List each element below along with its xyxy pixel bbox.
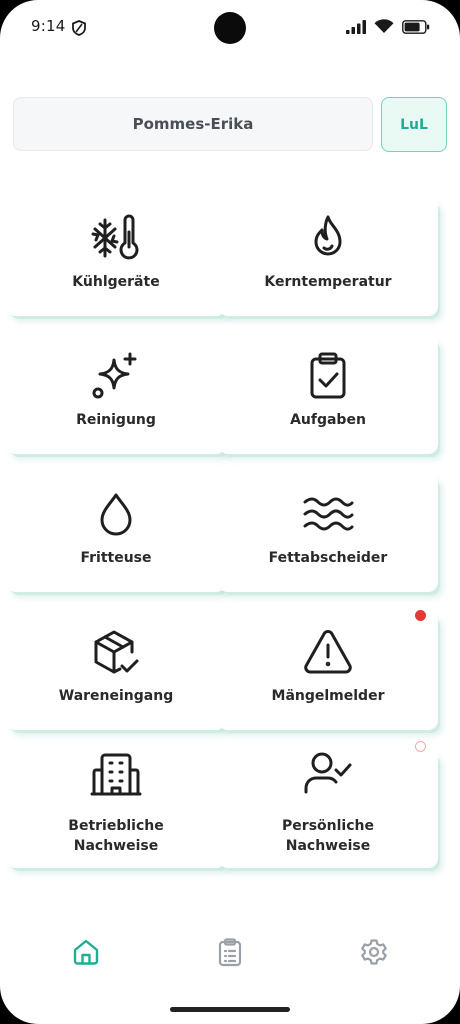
tile-kuehlgeraete[interactable]: Kühlgeräte (6, 198, 226, 316)
tile-label: Kerntemperatur (264, 274, 392, 290)
tile-fettabscheider[interactable]: Fettabscheider (218, 474, 438, 592)
droplet-icon (90, 488, 142, 540)
tile-kerntemperatur[interactable]: Kerntemperatur (218, 198, 438, 316)
tile-label: Persönliche Nachweise (282, 818, 374, 854)
package-check-icon (90, 626, 142, 678)
user-check-icon (302, 748, 354, 800)
nav-settings[interactable] (356, 934, 392, 970)
nav-home[interactable] (68, 934, 104, 970)
status-bar: 9:14 (0, 0, 460, 56)
building-icon (90, 748, 142, 800)
app-screen: 9:14 Pommes-Erika LuL Kühlgeräte Kerntem… (0, 0, 460, 1024)
gear-icon (361, 939, 387, 965)
sparkles-icon (90, 350, 142, 402)
clipboard-check-icon (302, 350, 354, 402)
site-button[interactable]: LuL (381, 97, 447, 152)
tile-label: Fritteuse (80, 550, 152, 566)
flame-icon (302, 212, 354, 264)
tile-reinigung[interactable]: Reinigung (6, 336, 226, 454)
bottom-nav (0, 920, 460, 984)
home-indicator[interactable] (170, 1007, 290, 1012)
tile-wareneingang[interactable]: Wareneingang (6, 612, 226, 730)
status-time: 9:14 (31, 17, 66, 35)
battery-icon (402, 19, 430, 34)
pending-badge (415, 741, 426, 752)
nav-tasks[interactable] (212, 934, 248, 970)
waves-icon (302, 488, 354, 540)
tile-label: Reinigung (76, 412, 156, 428)
tile-fritteuse[interactable]: Fritteuse (6, 474, 226, 592)
tile-label: Mängelmelder (271, 688, 385, 704)
alert-badge (415, 610, 426, 621)
tile-maengelmelder[interactable]: Mängelmelder (218, 612, 438, 730)
signal-icon (346, 19, 366, 34)
tile-label: Fettabscheider (268, 550, 388, 566)
wifi-icon (374, 19, 394, 33)
tile-persoenliche-nachweise[interactable]: Persönliche Nachweise (218, 750, 438, 868)
warning-triangle-icon (302, 626, 354, 678)
shield-icon (72, 20, 86, 36)
tile-label: Wareneingang (58, 688, 174, 704)
header: Pommes-Erika LuL (13, 97, 447, 152)
home-icon (73, 939, 99, 965)
clipboard-list-icon (218, 938, 242, 967)
tile-label: Aufgaben (290, 412, 366, 428)
tile-aufgaben[interactable]: Aufgaben (218, 336, 438, 454)
status-icons (346, 19, 430, 34)
camera-cutout (214, 12, 246, 44)
tile-label: Betriebliche Nachweise (68, 818, 164, 854)
tile-label: Kühlgeräte (72, 274, 160, 290)
tile-betriebliche-nachweise[interactable]: Betriebliche Nachweise (6, 750, 226, 868)
user-selector[interactable]: Pommes-Erika (13, 97, 373, 151)
snowflake-thermometer-icon (90, 212, 142, 264)
